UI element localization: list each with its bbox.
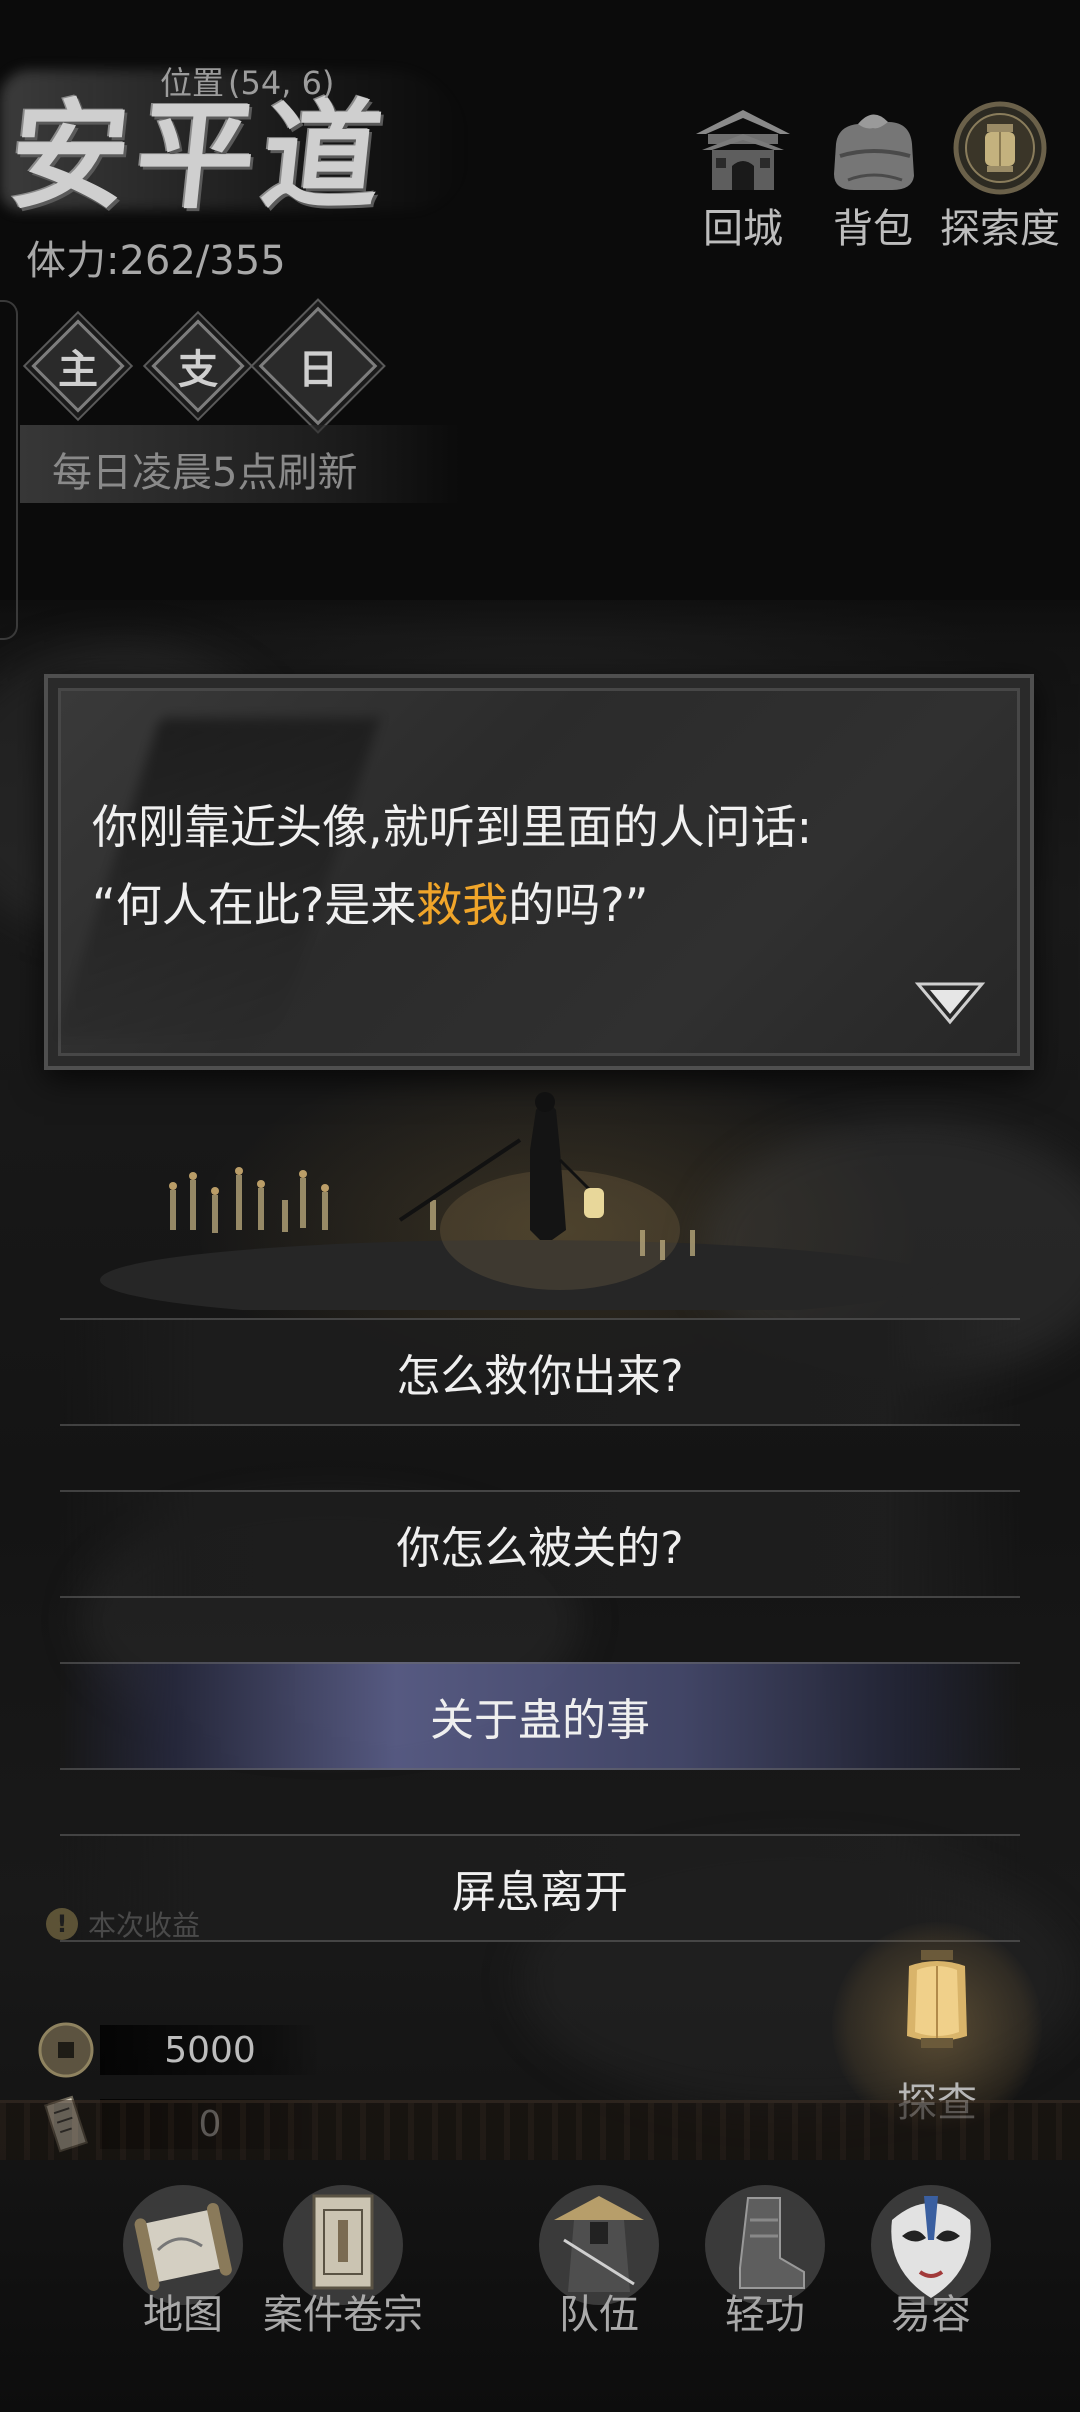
coord-label: 位置 (160, 64, 225, 102)
return-city-label: 回城 (703, 206, 783, 252)
nav-team[interactable]: 队伍 (514, 2180, 684, 2340)
dialog-quote-start: “何人在此?是来 (92, 878, 417, 932)
dialog-text: 你刚靠近头像,就听到里面的人问话: “何人在此?是来救我的吗?” (92, 788, 990, 944)
narration-dialog[interactable]: 你刚靠近头像,就听到里面的人问话: “何人在此?是来救我的吗?” (44, 674, 1034, 1070)
side-quest-badge[interactable]: 支 (150, 318, 246, 414)
city-gate-icon (688, 100, 798, 196)
dialog-line-2: “何人在此?是来救我的吗?” (92, 866, 990, 944)
dialog-line-1: 你刚靠近头像,就听到里面的人问话: (92, 800, 813, 854)
main-quest-badge[interactable]: 主 (30, 318, 126, 414)
side-quest-label: 支 (178, 346, 218, 393)
lantern-medallion-icon (945, 100, 1055, 196)
side-drawer-handle[interactable] (0, 300, 18, 640)
earnings-hint: ! 本次收益 (46, 1904, 200, 1944)
return-city-button[interactable]: 回城 (678, 100, 808, 254)
daily-refresh-note: 每日凌晨5点刷新 (52, 450, 358, 496)
bundle-icon (818, 100, 928, 196)
choice-about-gu[interactable]: 关于蛊的事 (60, 1662, 1020, 1770)
coordinate-readout: 位置 (54, 6) (156, 58, 334, 104)
daily-quest-label: 日 (298, 346, 338, 393)
backpack-button[interactable]: 背包 (808, 100, 938, 254)
coin-counter: 5000 (36, 2020, 320, 2080)
exploration-progress-label: 探索度 (940, 206, 1060, 252)
scene-illustration (0, 1080, 1080, 1320)
daily-quest-badge[interactable]: 日 (258, 306, 378, 426)
nav-disguise-label: 易容 (891, 2292, 971, 2338)
copper-coin-icon (36, 2020, 96, 2080)
coord-value: (54, 6) (228, 64, 335, 102)
stamina-readout: 体力:262/355 (26, 228, 286, 286)
nav-lightness-skill[interactable]: 轻功 (680, 2180, 850, 2340)
dialog-quote-end: 的吗?” (508, 878, 649, 932)
nav-case-files[interactable]: 案件卷宗 (258, 2180, 428, 2340)
nav-map-label: 地图 (143, 2292, 223, 2338)
task-type-tabs: 主 支 日 (30, 306, 378, 426)
main-quest-label: 主 (58, 346, 98, 393)
choice-rescue[interactable]: 怎么救你出来? (60, 1318, 1020, 1426)
nav-lightness-skill-label: 轻功 (725, 2292, 805, 2338)
railing-decoration (0, 2100, 1080, 2160)
nav-map[interactable]: 地图 (98, 2180, 268, 2340)
coin-value: 5000 (100, 2025, 320, 2075)
nav-disguise[interactable]: 易容 (846, 2180, 1016, 2340)
stamina-value: 262/355 (119, 238, 286, 284)
stamina-label: 体力: (26, 238, 120, 284)
backpack-label: 背包 (833, 206, 913, 252)
choice-how-captured[interactable]: 你怎么被关的? (60, 1490, 1020, 1598)
nav-team-label: 队伍 (559, 2292, 639, 2338)
exploration-progress-button[interactable]: 探索度 (935, 100, 1065, 254)
continue-triangle-icon[interactable] (914, 978, 986, 1026)
lantern-icon (907, 1950, 967, 2048)
earnings-hint-text: 本次收益 (88, 1909, 201, 1942)
dialog-highlight: 救我 (416, 878, 509, 932)
nav-case-files-label: 案件卷宗 (263, 2292, 423, 2338)
warning-icon: ! (46, 1908, 78, 1940)
